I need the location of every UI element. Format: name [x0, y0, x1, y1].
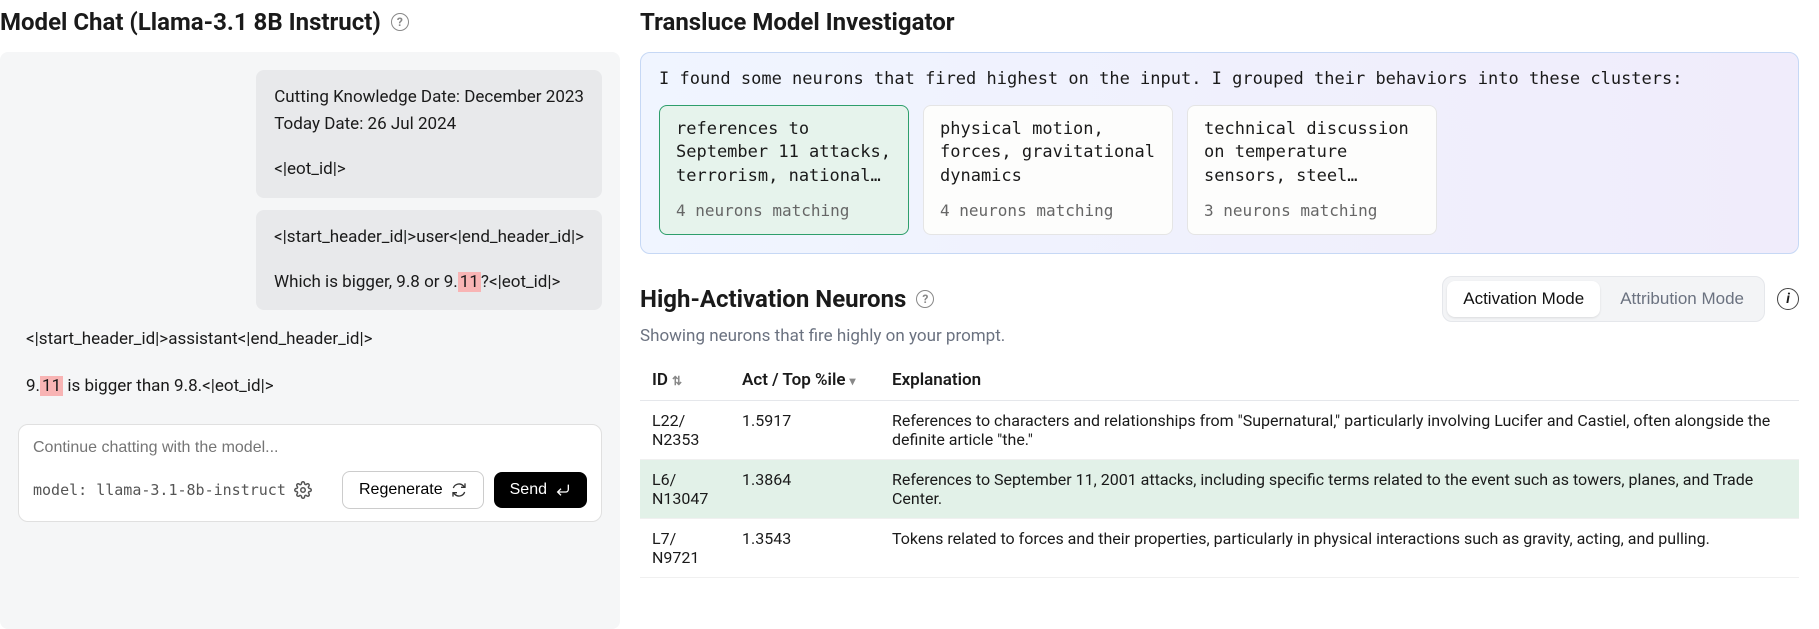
regenerate-button[interactable]: Regenerate: [342, 471, 484, 509]
sort-icon: ⇅: [672, 374, 682, 388]
attribution-mode-button[interactable]: Attribution Mode: [1604, 281, 1760, 317]
neuron-act: 1.3864: [730, 459, 880, 518]
cluster-card[interactable]: references to September 11 attacks, terr…: [659, 105, 909, 235]
msg-line: <|start_header_id|>assistant<|end_header…: [26, 326, 373, 353]
cluster-desc: references to September 11 attacks, terr…: [676, 118, 892, 190]
msg-line: 9.11 is bigger than 9.8.<|eot_id|>: [26, 373, 274, 400]
highlight-token: 11: [40, 376, 63, 396]
cluster-row: references to September 11 attacks, terr…: [659, 105, 1780, 235]
investigator-intro: I found some neurons that fired highest …: [659, 67, 1780, 93]
cluster-count: 4 neurons matching: [676, 200, 892, 222]
model-label: model: llama-3.1-8b-instruct: [33, 481, 312, 499]
neuron-expl: Tokens related to forces and their prope…: [880, 518, 1799, 577]
cluster-desc: physical motion, forces, gravitational d…: [940, 118, 1156, 190]
col-explanation: Explanation: [880, 360, 1799, 401]
chevron-down-icon: ▾: [850, 374, 856, 388]
refresh-icon: [451, 482, 467, 498]
assistant-message: 9.11 is bigger than 9.8.<|eot_id|>: [18, 369, 282, 404]
table-row[interactable]: L7/N9721 1.3543 Tokens related to forces…: [640, 518, 1799, 577]
cluster-desc: technical discussion on temperature sens…: [1204, 118, 1420, 190]
cluster-card[interactable]: technical discussion on temperature sens…: [1187, 105, 1437, 235]
cluster-count: 3 neurons matching: [1204, 200, 1420, 222]
neuron-id: L22/N2353: [640, 400, 730, 459]
activation-mode-button[interactable]: Activation Mode: [1447, 281, 1600, 317]
col-id[interactable]: ID⇅: [640, 360, 730, 401]
chat-title: Model Chat (Llama-3.1 8B Instruct) ?: [0, 8, 620, 36]
neurons-subtitle: Showing neurons that fire highly on your…: [640, 326, 1799, 346]
system-message: Cutting Knowledge Date: December 2023 To…: [256, 70, 602, 198]
chat-area: Cutting Knowledge Date: December 2023 To…: [0, 52, 620, 629]
msg-line: <|eot_id|>: [274, 156, 584, 183]
gear-icon[interactable]: [294, 481, 312, 499]
help-icon[interactable]: ?: [916, 290, 934, 308]
send-button[interactable]: Send: [494, 472, 587, 508]
help-icon[interactable]: ?: [391, 13, 409, 31]
msg-line: Which is bigger, 9.8 or 9.11?<|eot_id|>: [274, 269, 584, 296]
msg-line: Cutting Knowledge Date: December 2023: [274, 84, 584, 111]
neuron-act: 1.3543: [730, 518, 880, 577]
cluster-count: 4 neurons matching: [940, 200, 1156, 222]
msg-line: <|start_header_id|>user<|end_header_id|>: [274, 224, 584, 251]
chat-input[interactable]: [33, 439, 587, 457]
neuron-expl: References to September 11, 2001 attacks…: [880, 459, 1799, 518]
investigator-box: I found some neurons that fired highest …: [640, 52, 1799, 254]
msg-line: Today Date: 26 Jul 2024: [274, 111, 584, 138]
table-row[interactable]: L6/N13047 1.3864 References to September…: [640, 459, 1799, 518]
neuron-expl: References to characters and relationshi…: [880, 400, 1799, 459]
mode-toggle: Activation Mode Attribution Mode i: [1442, 276, 1799, 322]
col-act[interactable]: Act / Top %ile▾: [730, 360, 880, 401]
enter-icon: [555, 482, 571, 498]
user-message: <|start_header_id|>user<|end_header_id|>…: [256, 210, 602, 310]
chat-input-container: model: llama-3.1-8b-instruct Regenerate …: [18, 424, 602, 522]
cluster-card[interactable]: physical motion, forces, gravitational d…: [923, 105, 1173, 235]
highlight-token: 11: [458, 272, 481, 292]
investigator-title: Transluce Model Investigator: [640, 8, 1799, 36]
neurons-title: High-Activation Neurons ?: [640, 285, 934, 313]
neuron-table: ID⇅ Act / Top %ile▾ Explanation L22/N235…: [640, 360, 1799, 578]
table-row[interactable]: L22/N2353 1.5917 References to character…: [640, 400, 1799, 459]
assistant-header: <|start_header_id|>assistant<|end_header…: [18, 322, 381, 357]
neuron-act: 1.5917: [730, 400, 880, 459]
chat-title-text: Model Chat (Llama-3.1 8B Instruct): [0, 8, 381, 36]
neuron-id: L6/N13047: [640, 459, 730, 518]
neuron-id: L7/N9721: [640, 518, 730, 577]
info-icon[interactable]: i: [1777, 288, 1799, 310]
